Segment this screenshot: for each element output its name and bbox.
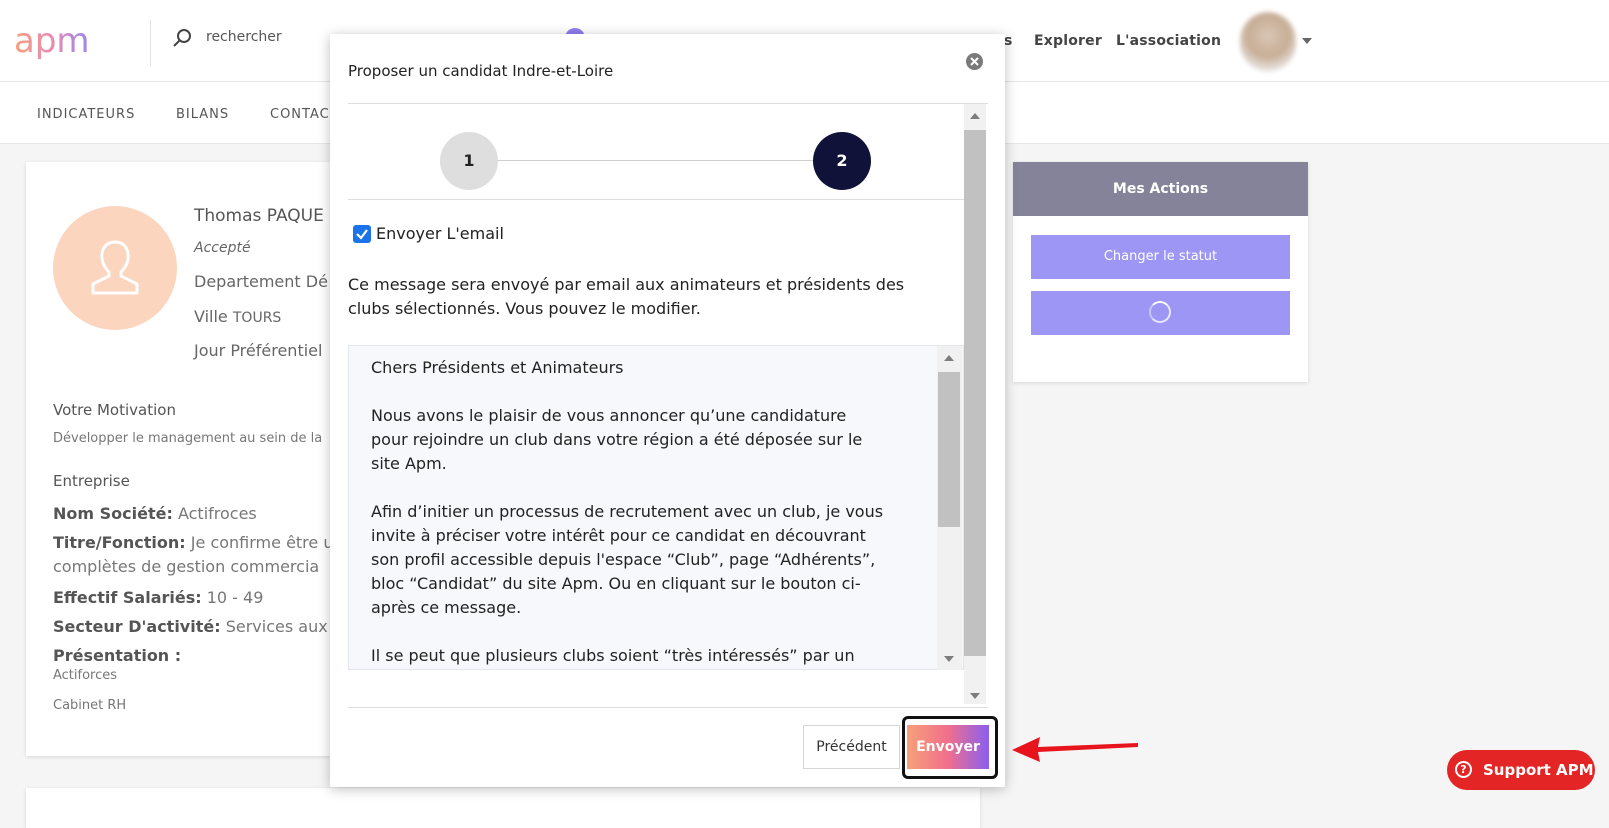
modal-header-divider [348,103,988,104]
tab-bilans[interactable]: BILANS [176,107,229,122]
search-icon[interactable] [172,27,194,49]
tab-contact[interactable]: CONTAC [270,107,330,122]
header-divider [150,20,151,66]
search-input[interactable]: rechercher [206,29,282,45]
apm-logo[interactable]: apm [14,24,124,64]
profile-status: Accepté [194,240,251,256]
nav-link-association[interactable]: L'association [1116,33,1221,49]
message-line: bloc “Candidat” du site Apm. Ou en cliqu… [371,574,861,593]
secondary-card [26,788,980,828]
user-avatar[interactable] [1240,12,1296,72]
message-line: son profil accessible depuis l'espace “C… [371,550,876,569]
textarea-scroll-up-icon[interactable] [944,355,954,361]
nav-link-explorer[interactable]: Explorer [1034,33,1102,49]
profile-city: Ville TOURS [194,307,281,326]
presentation-line-1: Actiforces [53,668,118,683]
company-name-row: Nom Société: Actifroces [53,504,257,523]
message-line: pour rejoindre un club dans votre région… [371,430,863,449]
company-title-row-cont: complètes de gestion commercia [53,557,320,576]
annotation-arrow-icon [1012,737,1138,762]
modal-title: Proposer un candidat Indre-et-Loire [348,62,614,80]
presentation-line-2: Cabinet RH [53,698,127,713]
send-email-label[interactable]: Envoyer L'email [376,224,504,243]
user-icon [91,240,139,295]
company-title-row: Titre/Fonction: Je confirme être u [53,533,334,552]
close-icon[interactable] [966,53,983,70]
step-2[interactable]: 2 [813,132,871,190]
scroll-down-icon[interactable] [970,693,980,699]
stepper-line [496,160,814,161]
change-status-button[interactable]: Changer le statut [1031,235,1290,279]
info-line-1: Ce message sera envoyé par email aux ani… [348,275,905,294]
motivation-text: Développer le management au sein de la [53,431,323,446]
motivation-title: Votre Motivation [53,401,176,419]
profile-day: Jour Préférentiel [194,341,323,360]
info-line-2: clubs sélectionnés. Vous pouvez le modif… [348,299,701,318]
presentation-label: Présentation : [53,646,182,665]
logo-text: apm [14,24,90,61]
chevron-down-icon[interactable] [1302,38,1312,44]
nav-link-partial[interactable]: s [1004,33,1013,49]
send-email-checkbox[interactable] [353,225,371,243]
textarea-scroll-down-icon[interactable] [944,656,954,662]
modal-scrollbar-thumb[interactable] [964,130,986,656]
company-sector-row: Secteur D'activité: Services aux e [53,617,343,636]
message-line: site Apm. [371,454,447,473]
profile-name: Thomas PAQUE [194,206,324,226]
message-line: invite à préciser votre intérêt pour ce … [371,526,866,545]
message-line: après ce message. [371,598,522,617]
step-1[interactable]: 1 [440,132,498,190]
scroll-up-icon[interactable] [970,113,980,119]
send-button[interactable]: Envoyer [907,725,989,769]
message-line: Chers Présidents et Animateurs [371,358,624,377]
city-value: TOURS [232,310,282,326]
profile-department: Departement Dé [194,272,328,291]
loading-spinner-icon [1149,301,1171,323]
message-line: Nous avons le plaisir de vous annoncer q… [371,406,847,425]
message-line: Afin d’initier un processus de recruteme… [371,502,884,521]
company-size-row: Effectif Salariés: 10 - 49 [53,588,264,607]
city-label: Ville [194,307,228,326]
modal-footer-divider [348,707,988,708]
textarea-scrollbar-thumb[interactable] [938,372,960,527]
message-line: Il se peut que plusieurs clubs soient “t… [371,646,855,665]
company-title: Entreprise [53,472,130,490]
stepper-divider [348,199,964,200]
tab-indicateurs[interactable]: INDICATEURS [37,107,135,122]
previous-button[interactable]: Précédent [803,725,900,769]
help-icon: ? [1455,761,1472,778]
actions-title: Mes Actions [1013,162,1308,216]
